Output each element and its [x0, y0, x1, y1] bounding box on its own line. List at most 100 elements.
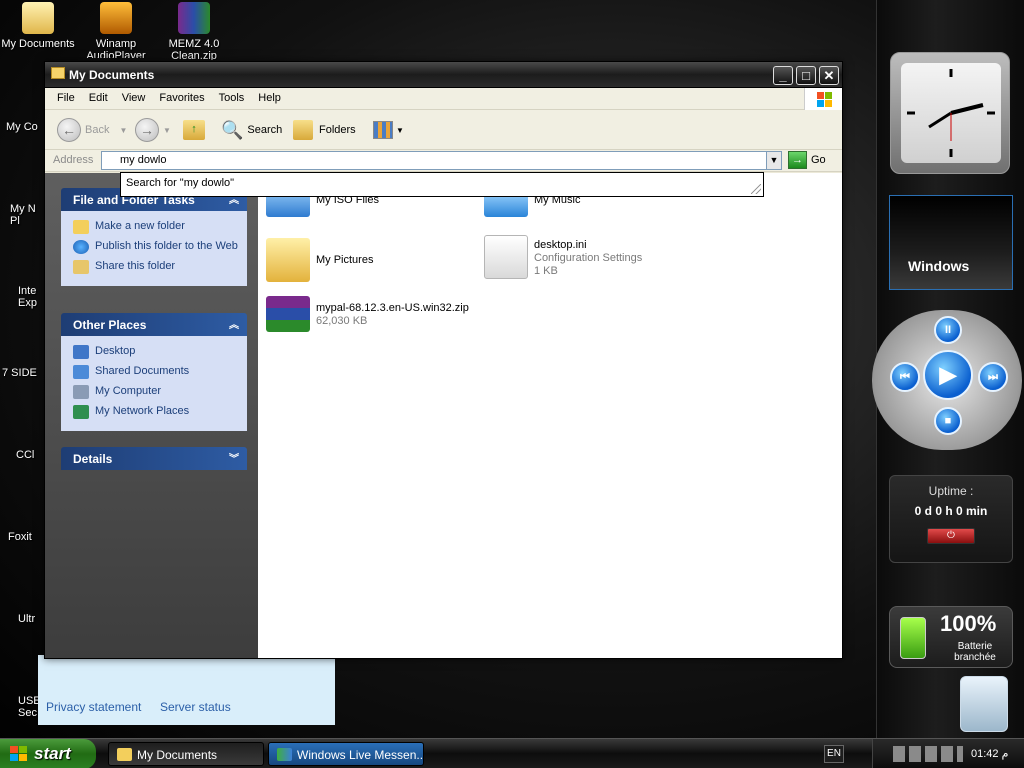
- go-arrow-icon: →: [788, 151, 807, 169]
- privacy-statement-link[interactable]: Privacy statement: [46, 700, 141, 714]
- file-name: mypal-68.12.3.en-US.win32.zip: [316, 302, 469, 314]
- go-button[interactable]: → Go: [788, 151, 826, 169]
- desktop-icon-label: My Documents: [1, 38, 75, 50]
- windows-gadget-label: Windows: [908, 258, 970, 274]
- menu-edit[interactable]: Edit: [82, 88, 115, 104]
- language-indicator[interactable]: EN: [824, 745, 844, 763]
- back-button[interactable]: ← Back ▼: [57, 118, 127, 142]
- autocomplete-suggestion[interactable]: Search for "my dowlo": [126, 177, 234, 189]
- minimize-button[interactable]: _: [773, 66, 793, 85]
- desktop-icon: [73, 345, 89, 359]
- previous-button[interactable]: ⏮: [890, 362, 920, 392]
- folder-icon: [51, 67, 65, 79]
- file-item[interactable]: mypal-68.12.3.en-US.win32.zip 62,030 KB: [266, 296, 469, 332]
- back-dropdown-icon[interactable]: ▼: [119, 126, 127, 135]
- background-window-panel: Privacy statement Server status: [38, 655, 335, 725]
- network-places-icon: [73, 405, 89, 419]
- my-computer-icon: [73, 385, 89, 399]
- taskbar-item-label: My Documents: [137, 748, 218, 762]
- file-type: Configuration Settings: [534, 252, 643, 264]
- clock-hands-icon: [907, 69, 995, 157]
- task-publish-folder[interactable]: Publish this folder to the Web: [73, 240, 239, 254]
- clock-gadget[interactable]: [890, 52, 1010, 174]
- toolbar: ← Back ▼ → ▼ ↑ 🔍 Search Folders ▼: [45, 110, 842, 150]
- windows-logo-icon: [10, 746, 27, 761]
- task-pane: File and Folder Tasks ︽ Make a new folde…: [45, 173, 258, 658]
- next-button[interactable]: ⏭: [978, 362, 1008, 392]
- task-make-new-folder[interactable]: Make a new folder: [73, 220, 239, 234]
- forward-button[interactable]: → ▼: [135, 118, 171, 142]
- desktop-partial-label: My Co: [6, 121, 38, 133]
- uptime-power-icon[interactable]: ⏻: [927, 528, 975, 544]
- address-input[interactable]: my dowlo: [101, 151, 768, 170]
- task-share-folder[interactable]: Share this folder: [73, 260, 239, 274]
- folders-label: Folders: [319, 124, 356, 136]
- menu-view[interactable]: View: [115, 88, 153, 104]
- place-label: Desktop: [95, 345, 136, 357]
- search-button[interactable]: 🔍 Search: [221, 118, 282, 142]
- folders-icon: [293, 120, 313, 140]
- file-item[interactable]: My Pictures: [266, 238, 373, 282]
- place-network-places[interactable]: My Network Places: [73, 405, 239, 419]
- folders-button[interactable]: Folders: [293, 118, 356, 142]
- windows-logo-icon: [804, 88, 842, 110]
- place-label: My Network Places: [95, 405, 190, 417]
- file-name: My Pictures: [316, 254, 374, 266]
- file-list: My ISO Files My Music My Pictures deskto…: [258, 173, 842, 658]
- panel-title: Details: [73, 452, 113, 466]
- maximize-button[interactable]: □: [796, 66, 816, 85]
- address-bar: Address my dowlo ▼ → Go: [45, 150, 842, 172]
- battery-percent: 100%: [940, 611, 997, 636]
- taskbar-item-messenger[interactable]: Windows Live Messen...: [268, 742, 424, 766]
- desktop-icon-winamp[interactable]: Winamp AudioPlayer: [78, 2, 154, 58]
- start-button[interactable]: start: [0, 739, 96, 768]
- archive-icon: [266, 296, 310, 332]
- desktop-icon-my-documents[interactable]: My Documents: [0, 2, 76, 50]
- menu-tools[interactable]: Tools: [212, 88, 252, 104]
- file-name: desktop.ini: [534, 239, 587, 251]
- views-dropdown-icon: ▼: [396, 125, 404, 135]
- forward-arrow-icon: →: [135, 118, 159, 142]
- details-panel: Details ︾: [61, 447, 247, 470]
- stop-button[interactable]: ■: [934, 407, 962, 435]
- publish-web-icon: [73, 240, 89, 254]
- expand-chevron-icon[interactable]: ︾: [229, 450, 239, 465]
- search-icon: 🔍: [221, 119, 244, 140]
- task-label: Make a new folder: [95, 220, 185, 232]
- uptime-gadget: Uptime : 0 d 0 h 0 min ⏻: [889, 475, 1013, 563]
- place-my-computer[interactable]: My Computer: [73, 385, 239, 399]
- desktop-icon-memz[interactable]: MEMZ 4.0 Clean.zip: [156, 2, 232, 60]
- address-dropdown-icon[interactable]: ▼: [766, 151, 782, 170]
- collapse-chevron-icon[interactable]: ︽: [229, 316, 239, 331]
- details-header[interactable]: Details ︾: [61, 447, 247, 470]
- resize-grip-icon[interactable]: [751, 184, 761, 194]
- views-button[interactable]: ▼: [373, 118, 404, 142]
- taskbar-item-my-documents[interactable]: My Documents: [108, 742, 264, 766]
- window-titlebar[interactable]: My Documents _ □ ✕: [45, 62, 842, 88]
- windows-slideshow-gadget[interactable]: Windows: [889, 195, 1013, 290]
- close-button[interactable]: ✕: [819, 66, 839, 85]
- place-desktop[interactable]: Desktop: [73, 345, 239, 359]
- menu-help[interactable]: Help: [251, 88, 288, 104]
- menu-file[interactable]: File: [50, 88, 82, 104]
- file-item[interactable]: desktop.ini Configuration Settings 1 KB: [484, 235, 642, 279]
- explorer-window: My Documents _ □ ✕ File Edit View Favorites…: [44, 61, 843, 659]
- winamp-icon: [100, 2, 132, 34]
- battery-status-label: Batterie branchée: [954, 641, 996, 663]
- place-shared-documents[interactable]: Shared Documents: [73, 365, 239, 379]
- other-places-header[interactable]: Other Places ︽: [61, 313, 247, 336]
- task-label: Share this folder: [95, 260, 176, 272]
- forward-dropdown-icon[interactable]: ▼: [163, 126, 171, 135]
- up-folder-button[interactable]: ↑: [183, 118, 205, 142]
- server-status-link[interactable]: Server status: [160, 700, 231, 714]
- recycle-bin-icon[interactable]: [960, 676, 1008, 732]
- file-folder-tasks-panel: File and Folder Tasks ︽ Make a new folde…: [61, 188, 247, 286]
- tray-clock[interactable]: 01:42 م: [971, 747, 1008, 760]
- menu-favorites[interactable]: Favorites: [152, 88, 211, 104]
- pause-button[interactable]: II: [934, 316, 962, 344]
- other-places-panel: Other Places ︽ Desktop Shared Documents …: [61, 313, 247, 431]
- tray-icons[interactable]: [893, 746, 963, 762]
- play-button[interactable]: ▶: [923, 350, 973, 400]
- uptime-title: Uptime :: [928, 484, 974, 498]
- address-autocomplete-dropdown[interactable]: Search for "my dowlo": [120, 172, 764, 197]
